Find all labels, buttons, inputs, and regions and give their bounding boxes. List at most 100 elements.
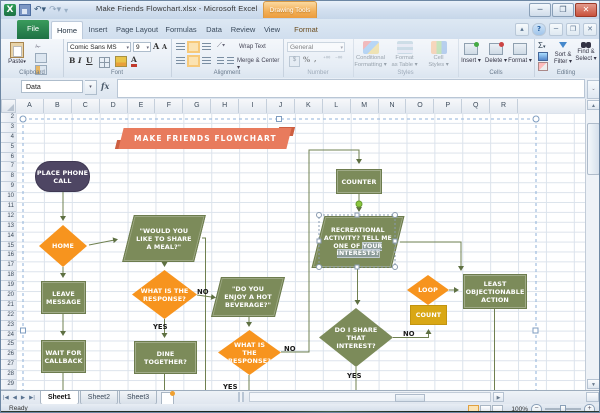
comma-style-button[interactable]: , — [314, 54, 317, 63]
conditional-formatting-button[interactable]: ConditionalFormatting ▾ — [354, 41, 387, 68]
column-header[interactable]: B — [44, 99, 72, 113]
doc-restore-icon[interactable]: ❐ — [566, 23, 580, 36]
undo-button[interactable]: ↶▾ — [34, 4, 46, 16]
column-header[interactable]: J — [267, 99, 295, 113]
first-sheet-icon[interactable]: |◀ — [1, 392, 11, 405]
column-header[interactable]: E — [128, 99, 156, 113]
vertical-scroll-thumb[interactable] — [587, 123, 600, 175]
row-header[interactable]: 20 — [1, 291, 16, 301]
row-header[interactable]: 4 — [1, 133, 16, 143]
row-header[interactable]: 29 — [1, 380, 16, 390]
row-header[interactable]: 28 — [1, 370, 16, 380]
decrease-indent-icon[interactable] — [217, 57, 224, 65]
shape-place-phone-call[interactable]: PLACE PHONE CALL — [35, 161, 90, 192]
tab-data[interactable]: Data — [201, 21, 227, 39]
save-icon[interactable] — [19, 4, 31, 16]
shape-hot-beverage[interactable]: "DO YOU ENJOY A HOT BEVERAGE?" — [211, 277, 285, 317]
prev-sheet-icon[interactable]: ◀ — [11, 392, 19, 405]
row-header[interactable]: 11 — [1, 202, 16, 212]
accounting-format-icon[interactable]: $ — [289, 56, 300, 67]
minimize-button[interactable]: ─ — [529, 3, 551, 17]
font-name-select[interactable]: Comic Sans MS▾ — [67, 42, 131, 52]
scroll-down-icon[interactable]: ▼ — [587, 379, 600, 389]
row-header[interactable]: 3 — [1, 123, 16, 133]
maximize-button[interactable]: ❐ — [552, 3, 574, 17]
tab-view[interactable]: View — [259, 21, 285, 39]
tab-format[interactable]: Format — [289, 21, 323, 39]
percent-style-button[interactable]: % — [303, 55, 310, 64]
wrap-text-button[interactable]: Wrap Text — [239, 44, 266, 50]
row-header[interactable]: 23 — [1, 321, 16, 331]
column-header[interactable]: C — [72, 99, 100, 113]
borders-icon[interactable] — [99, 57, 110, 68]
row-header[interactable]: 6 — [1, 153, 16, 163]
row-header[interactable]: 18 — [1, 271, 16, 281]
column-header[interactable]: N — [379, 99, 407, 113]
row-header[interactable]: 26 — [1, 350, 16, 360]
tab-insert[interactable]: Insert — [83, 21, 113, 39]
close-button[interactable]: ✕ — [575, 3, 597, 17]
column-header[interactable]: R — [490, 99, 518, 113]
horizontal-scrollbar[interactable] — [249, 392, 491, 402]
shape-count[interactable]: COUNT — [410, 305, 447, 325]
delete-cells-button[interactable]: Delete ▾ — [484, 43, 508, 64]
name-box-dropdown-icon[interactable]: ▾ — [85, 80, 97, 95]
doc-minimize-icon[interactable]: ─ — [549, 23, 563, 36]
row-header[interactable]: 24 — [1, 331, 16, 341]
row-header[interactable]: 14 — [1, 232, 16, 242]
grow-font-button[interactable]: A — [153, 41, 159, 51]
scrollbar-corner[interactable] — [586, 392, 599, 402]
fill-color-icon[interactable] — [115, 56, 127, 67]
cell-styles-button[interactable]: CellStyles ▾ — [422, 41, 455, 68]
shrink-font-button[interactable]: A — [162, 43, 167, 51]
sort-filter-button[interactable]: Sort &Filter ▾ — [552, 42, 574, 65]
column-header[interactable]: P — [434, 99, 462, 113]
column-header[interactable]: F — [155, 99, 183, 113]
decrease-decimal-icon[interactable]: ⁻⁰⁰ — [335, 56, 342, 62]
increase-indent-icon[interactable] — [227, 57, 234, 65]
row-header[interactable]: 25 — [1, 340, 16, 350]
shape-least-objectionable-action[interactable]: LEAST OBJECTIONABLE ACTION — [463, 274, 527, 309]
qat-customize-button[interactable]: ▾ — [64, 6, 68, 15]
scroll-up-icon[interactable]: ▲ — [587, 100, 600, 110]
tab-split-handle[interactable] — [238, 392, 244, 402]
insert-worksheet-icon[interactable] — [161, 392, 174, 405]
fill-icon[interactable] — [538, 52, 548, 61]
bold-button[interactable]: B — [69, 56, 75, 65]
row-header[interactable]: 15 — [1, 242, 16, 252]
formula-input[interactable] — [117, 79, 585, 98]
font-color-button[interactable]: A — [131, 55, 137, 67]
shape-counter[interactable]: COUNTER — [336, 169, 382, 194]
paste-button[interactable]: Paste▾ — [4, 41, 30, 69]
row-header[interactable]: 13 — [1, 222, 16, 232]
shape-leave-message[interactable]: LEAVE MESSAGE — [41, 281, 86, 314]
format-cells-button[interactable]: Format ▾ — [508, 43, 532, 64]
increase-decimal-icon[interactable]: ⁺⁰⁰ — [323, 56, 330, 62]
row-header[interactable]: 5 — [1, 143, 16, 153]
row-header[interactable]: 16 — [1, 251, 16, 261]
horizontal-scroll-thumb[interactable] — [395, 394, 425, 402]
insert-cells-button[interactable]: Insert ▾ — [459, 43, 483, 64]
copy-icon[interactable] — [35, 53, 47, 63]
column-header[interactable]: M — [351, 99, 379, 113]
orientation-icon[interactable]: ⟋▾ — [217, 42, 225, 50]
font-size-select[interactable]: 9▾ — [133, 42, 151, 52]
next-sheet-icon[interactable]: ▶ — [19, 392, 27, 405]
name-box[interactable]: Data — [21, 80, 83, 93]
row-header[interactable]: 7 — [1, 162, 16, 172]
redo-button[interactable]: ↷▾ — [49, 4, 61, 16]
sheet-tab-sheet3[interactable]: Sheet3 — [119, 391, 157, 405]
column-header[interactable]: G — [183, 99, 211, 113]
column-header[interactable]: Q — [462, 99, 490, 113]
doc-close-icon[interactable]: ✕ — [583, 23, 597, 36]
column-header[interactable]: O — [406, 99, 434, 113]
shape-dine-together[interactable]: DINE TOGETHER? — [134, 341, 197, 374]
align-top-icon[interactable] — [176, 43, 185, 51]
last-sheet-icon[interactable]: ▶| — [27, 392, 37, 405]
row-header[interactable]: 17 — [1, 261, 16, 271]
align-right-icon[interactable] — [202, 57, 211, 65]
align-left-icon[interactable] — [176, 57, 185, 65]
italic-button[interactable]: I — [78, 56, 82, 65]
row-header[interactable]: 2 — [1, 113, 16, 123]
sheet-tab-sheet1[interactable]: Sheet1 — [40, 391, 79, 405]
